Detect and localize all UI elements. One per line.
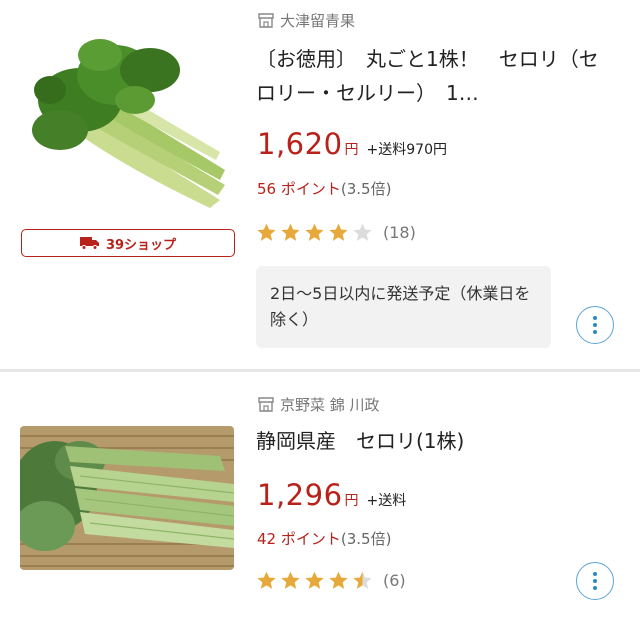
review-count: (18) bbox=[383, 223, 416, 242]
points-ratio: (3.5倍) bbox=[340, 530, 392, 548]
points-row: 56 ポイント(3.5倍) bbox=[257, 178, 391, 199]
star-icon bbox=[281, 571, 300, 589]
star-icon bbox=[329, 223, 348, 241]
star-icon bbox=[257, 223, 276, 241]
badge-label: 39ショップ bbox=[105, 237, 177, 253]
currency: 円 bbox=[344, 142, 359, 158]
points: 56 ポイント bbox=[257, 180, 341, 198]
shipping-fee: +送料970円 bbox=[366, 142, 447, 158]
shop-icon bbox=[258, 13, 274, 28]
celery-stalks-photo bbox=[20, 426, 234, 570]
star-icon bbox=[305, 223, 324, 241]
star-icon bbox=[353, 571, 372, 589]
rating-row[interactable]: (6) bbox=[256, 570, 406, 591]
star-icon bbox=[353, 223, 372, 241]
price: 1,620 bbox=[257, 127, 343, 161]
shop-name-row[interactable]: 大津留青果 bbox=[258, 10, 355, 31]
shop-name-row[interactable]: 京野菜 錦 川政 bbox=[258, 394, 380, 415]
product-title[interactable]: 〔お徳用〕 丸ごと1株！ セロリ（セロリー・セルリー） 1… bbox=[256, 42, 616, 110]
star-icon bbox=[329, 571, 348, 589]
shop-name: 京野菜 錦 川政 bbox=[280, 396, 380, 414]
delivery-note: 2日〜5日以内に発送予定（休業日を除く） bbox=[256, 266, 551, 348]
star-icon bbox=[281, 223, 300, 241]
product-thumbnail[interactable] bbox=[20, 30, 234, 210]
price-row: 1,296 円 +送料 bbox=[257, 478, 406, 512]
delivery-truck-icon bbox=[79, 237, 99, 250]
points-row: 42 ポイント(3.5倍) bbox=[257, 528, 391, 549]
rating-row[interactable]: (18) bbox=[256, 222, 416, 243]
shop-icon bbox=[258, 397, 274, 412]
currency: 円 bbox=[344, 493, 359, 509]
star-rating bbox=[256, 222, 373, 243]
review-count: (6) bbox=[383, 571, 406, 590]
product-title[interactable]: 静岡県産 セロリ(1株) bbox=[256, 424, 616, 458]
price-row: 1,620 円 +送料970円 bbox=[257, 127, 447, 161]
product-item[interactable]: 39ショップ 大津留青果 〔お徳用〕 丸ごと1株！ セロリ（セロリー・セルリー）… bbox=[0, 0, 640, 370]
celery-bunch-photo bbox=[20, 30, 234, 210]
shipping-fee: +送料 bbox=[366, 493, 407, 509]
points-ratio: (3.5倍) bbox=[340, 180, 392, 198]
points: 42 ポイント bbox=[257, 530, 341, 548]
more-options-button[interactable] bbox=[576, 562, 614, 600]
more-vertical-icon bbox=[593, 572, 597, 576]
star-rating bbox=[256, 570, 373, 591]
product-item[interactable]: 京野菜 錦 川政 静岡県産 セロリ(1株) 1,296 円 +送料 42 ポイン… bbox=[0, 372, 640, 620]
price: 1,296 bbox=[257, 478, 343, 512]
star-icon bbox=[305, 571, 324, 589]
star-icon bbox=[257, 571, 276, 589]
shop-name: 大津留青果 bbox=[280, 12, 356, 30]
more-options-button[interactable] bbox=[576, 306, 614, 344]
more-vertical-icon bbox=[593, 316, 597, 320]
product-thumbnail[interactable] bbox=[20, 426, 234, 570]
39-shop-badge: 39ショップ bbox=[21, 229, 235, 257]
